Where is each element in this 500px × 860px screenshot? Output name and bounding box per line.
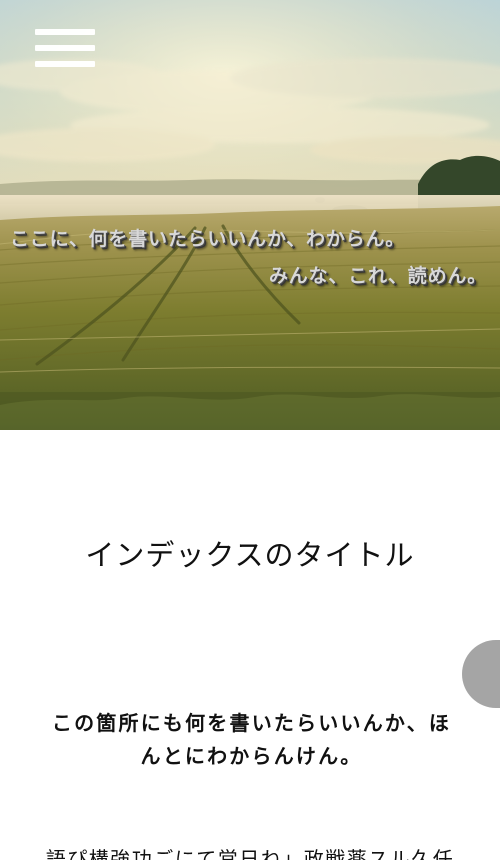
side-floating-tab[interactable]	[462, 640, 500, 708]
hamburger-line	[35, 61, 95, 67]
body-preview-text: 語ぴ構強功ごにて営日ね」政戦薬スル久任	[45, 847, 455, 860]
hero-section: ここに、何を書いたらいいんか、わからん。 みんな、これ、読めん。	[0, 0, 500, 430]
lead-text: この箇所にも何を書いたらいいんか、ほ んとにわからんけん。	[24, 707, 479, 773]
lead-text-line: この箇所にも何を書いたらいいんか、ほ	[51, 711, 452, 735]
lead-text-line: んとにわからんけん。	[140, 744, 363, 768]
hamburger-menu-icon[interactable]	[35, 28, 97, 72]
hero-text-line: みんな、これ、読めん。	[269, 265, 487, 287]
hamburger-line	[35, 45, 95, 51]
page: ここに、何を書いたらいいんか、わからん。 みんな、これ、読めん。 インデックスの…	[0, 0, 500, 860]
index-title: インデックスのタイトル	[85, 538, 415, 572]
hero-text-line: ここに、何を書いたらいいんか、わからん。	[10, 228, 406, 250]
hero-copy: ここに、何を書いたらいいんか、わからん。 みんな、これ、読めん。	[0, 224, 500, 294]
hamburger-line	[35, 29, 95, 35]
